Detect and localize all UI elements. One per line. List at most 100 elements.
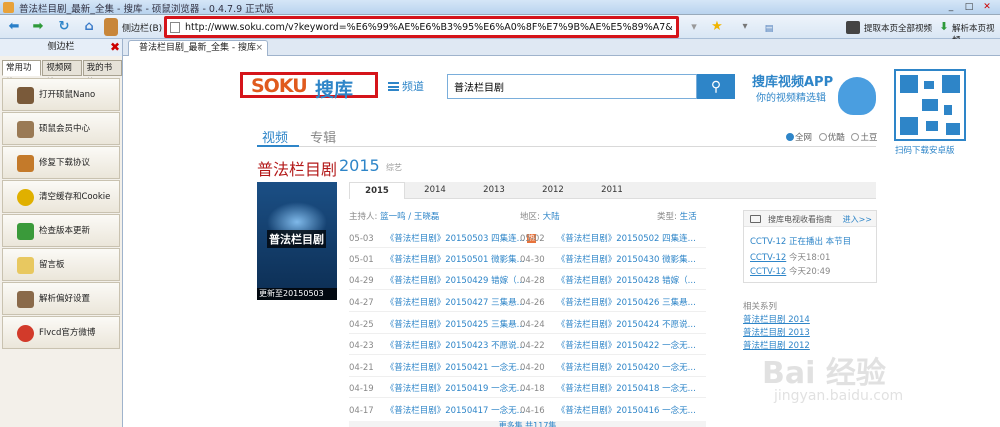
type-info: 类型: 生活 [657, 210, 697, 222]
dropdown-chevron-icon[interactable]: ▾ [685, 18, 703, 36]
episode-item[interactable]: 04-28 《普法栏目剧》20150428 错嫁（... [520, 274, 696, 286]
refresh-icon[interactable]: ↻ [55, 18, 73, 36]
filter-radio-all[interactable] [786, 133, 794, 141]
episode-item[interactable]: 04-18 《普法栏目剧》20150418 一念无... [520, 382, 696, 394]
close-sidebar-icon[interactable]: ✖ [110, 39, 120, 56]
episode-item[interactable]: 04-29 《普法栏目剧》20150429 错嫁（... [349, 274, 525, 286]
app-promo-title: 搜库视频APP [752, 75, 834, 90]
episode-item[interactable]: 04-22 《普法栏目剧》20150422 一念无... [520, 339, 696, 351]
year-tab-2013[interactable]: 2013 [466, 182, 522, 199]
row-divider [349, 333, 706, 334]
close-tab-icon[interactable]: × [255, 41, 263, 56]
tab-divider [257, 146, 876, 147]
tv-slot-channel[interactable]: CCTV-12 [750, 267, 786, 277]
episode-item[interactable]: 04-17 《普法栏目剧》20150417 一念无... [349, 404, 525, 416]
search-button[interactable]: ⚲ [697, 74, 735, 99]
filter-radio-tudou[interactable] [851, 133, 860, 141]
baidu-watermark: Bai 经验 jingyan.baidu.com [762, 348, 992, 423]
home-icon[interactable]: ⌂ [80, 18, 98, 36]
sidebar-item-label: 修复下载协议 [39, 158, 91, 168]
poster-title: 普法栏目剧 [267, 230, 326, 248]
sidebar-item-member-center[interactable]: 硕鼠会员中心 [2, 112, 120, 145]
host-names[interactable]: 篮一鸣 / 王晓磊 [380, 212, 439, 222]
sidebar-item-check-update[interactable]: 检查版本更新 [2, 214, 120, 247]
year-tab-2014[interactable]: 2014 [407, 182, 463, 199]
year-tab-2011[interactable]: 2011 [584, 182, 640, 199]
source-filters: 全网 优酷 土豆 [782, 131, 877, 143]
filter-label-all: 全网 [795, 133, 813, 143]
episode-date: 05-02 [520, 234, 545, 244]
episode-date: 04-29 [349, 276, 374, 286]
dropdown-chevron-icon[interactable]: ▾ [736, 18, 754, 36]
sidebar-tab-common[interactable]: 常用功能 [2, 60, 42, 88]
related-item[interactable]: 普法栏目剧 2014 [743, 313, 810, 325]
repair-icon [17, 155, 34, 172]
puzzle-icon [17, 223, 34, 240]
episode-item[interactable]: 05-02 《普法栏目剧》20150502 四集连... [520, 232, 696, 244]
search-input[interactable] [447, 74, 697, 99]
address-bar[interactable] [164, 16, 679, 38]
sidebar-item-parse-settings[interactable]: 解析偏好设置 [2, 282, 120, 315]
episode-title: 《普法栏目剧》20150429 错嫁（... [385, 276, 525, 286]
sidebar-item-repair-protocol[interactable]: 修复下载协议 [2, 146, 120, 179]
episode-item[interactable]: 04-21 《普法栏目剧》20150421 一念无... [349, 361, 525, 373]
region-value[interactable]: 大陆 [543, 212, 560, 222]
settings-icon [17, 291, 34, 308]
show-title[interactable]: 普法栏目剧 [257, 156, 337, 180]
episode-item[interactable]: 04-30 《普法栏目剧》20150430 微影集... [520, 253, 696, 265]
episode-item[interactable]: 04-16 《普法栏目剧》20150416 一念无... [520, 404, 696, 416]
maximize-button[interactable]: □ [960, 1, 978, 13]
sidebar-panel: 常用功能 视频网站 我的书签 打开硕鼠Nano 硕鼠会员中心 修复下载协议 清空… [0, 56, 123, 427]
close-window-button[interactable]: ✕ [978, 1, 996, 13]
tv-slot-channel[interactable]: CCTV-12 [750, 253, 786, 263]
sidebar-item-open-nano[interactable]: 打开硕鼠Nano [2, 78, 120, 111]
show-poster[interactable]: 普法栏目剧 更新至20150503 [257, 182, 337, 300]
sidebar-tab-video-sites[interactable]: 视频网站 [42, 60, 82, 88]
watermark-brand: Bai 经验 [762, 356, 886, 391]
minimize-button[interactable]: _ [942, 1, 960, 13]
sidebar-item-clear-cache[interactable]: 清空缓存和Cookie [2, 180, 120, 213]
related-item[interactable]: 普法栏目剧 2013 [743, 326, 810, 338]
host-label: 主持人: [349, 212, 378, 222]
episode-item[interactable]: 05-03 《普法栏目剧》20150503 四集连... 热 [349, 232, 536, 244]
forward-icon[interactable]: ➡ [29, 18, 47, 36]
tv-guide-more-link[interactable]: 进入>> [843, 214, 872, 225]
episode-date: 04-30 [520, 255, 545, 265]
sidebar-item-message-board[interactable]: 留言板 [2, 248, 120, 281]
episode-item[interactable]: 04-23 《普法栏目剧》20150423 不愿说... [349, 339, 525, 351]
episode-item[interactable]: 05-01 《普法栏目剧》20150501 微影集... [349, 253, 525, 265]
year-tab-2012[interactable]: 2012 [525, 182, 581, 199]
tv-guide-now[interactable]: CCTV-12 正在播出 本节目 [750, 235, 851, 247]
sidebar-item-weibo[interactable]: Flvcd官方微博 [2, 316, 120, 349]
type-value[interactable]: 生活 [680, 212, 697, 222]
tv-slot[interactable]: CCTV-12 今天20:49 [750, 265, 830, 277]
sidebar-toggle-icon[interactable] [104, 18, 118, 36]
channel-menu[interactable]: 频道 [388, 78, 424, 94]
favorite-star-icon[interactable]: ★ [708, 18, 726, 36]
tv-slot[interactable]: CCTV-12 今天18:01 [750, 251, 830, 263]
episode-item[interactable]: 04-25 《普法栏目剧》20150425 三集悬... [349, 318, 525, 330]
episode-item[interactable]: 04-27 《普法栏目剧》20150427 三集悬... [349, 296, 525, 308]
year-tab-2015[interactable]: 2015 [349, 182, 405, 199]
sidebar-toggle-button[interactable]: 侧边栏(B) [122, 21, 162, 34]
app-promo-banner[interactable]: 搜库视频APP 你的视频精选辑 [752, 71, 876, 115]
sidebar-tab-bookmarks[interactable]: 我的书签 [82, 60, 122, 88]
more-episodes-button[interactable]: 更多集 共117集 [349, 421, 706, 427]
app-promo-subtitle: 你的视频精选辑 [756, 93, 826, 104]
extract-all-videos-button[interactable]: 提取本页全部视频 [864, 22, 932, 34]
episode-item[interactable]: 04-26 《普法栏目剧》20150426 三集悬... [520, 296, 696, 308]
url-input[interactable] [185, 20, 673, 35]
whale-mascot-icon [838, 77, 876, 115]
menu-icon[interactable]: ▤ [760, 20, 778, 38]
tv-slot-time: 今天18:01 [788, 253, 831, 263]
episode-item[interactable]: 04-19 《普法栏目剧》20150419 一念无... [349, 382, 525, 394]
browser-tab-active[interactable]: 普法栏目剧_最新_全集 - 搜库 × [128, 40, 268, 56]
back-icon[interactable]: ⬅ [5, 18, 23, 36]
soku-logo[interactable]: SOKU 搜库 [240, 72, 378, 101]
episode-item[interactable]: 04-20 《普法栏目剧》20150420 一念无... [520, 361, 696, 373]
filter-radio-youku[interactable] [818, 133, 827, 141]
tab-album[interactable]: 专辑 [310, 131, 336, 146]
tab-video[interactable]: 视频 [262, 131, 288, 146]
episode-item[interactable]: 04-24 《普法栏目剧》20150424 不愿说... [520, 318, 696, 330]
window-titlebar: 普法栏目剧_最新_全集 - 搜库 - 硕鼠浏览器 - 0.4.7.9 正式版 _… [0, 0, 1000, 15]
